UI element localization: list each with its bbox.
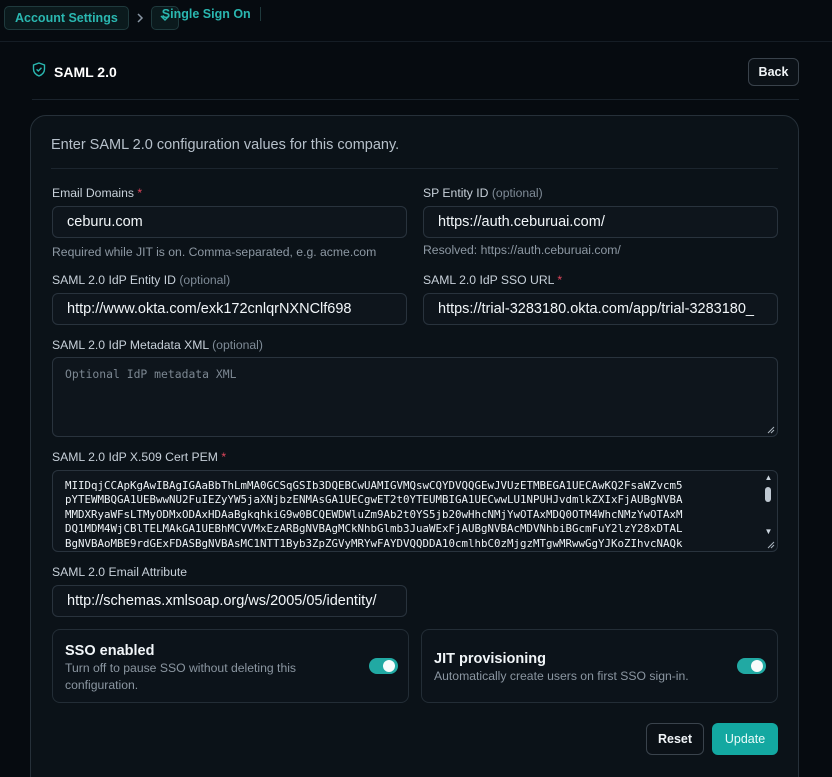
jit-provisioning-toggle[interactable] xyxy=(737,658,766,674)
required-mark: * xyxy=(137,186,143,200)
title-group: SAML 2.0 xyxy=(32,62,117,82)
optional-tag: (optional) xyxy=(179,273,231,287)
sso-enabled-description-line: Turn off to pause SSO without deleting t… xyxy=(65,661,297,675)
scroll-down-arrow-icon[interactable]: ▼ xyxy=(764,528,773,536)
sso-enabled-title: SSO enabled xyxy=(65,643,155,659)
saml-config-card: Enter SAML 2.0 configuration values for … xyxy=(30,115,799,777)
cert-line: MMDXRyaWFsLTMyODMxODAxHDAaBgkqhkiG9w0BCQ… xyxy=(65,507,683,521)
sso-enabled-description: Turn off to pause SSO without deleting t… xyxy=(65,660,296,693)
idp-cert-label: SAML 2.0 IdP X.509 Cert PEM * xyxy=(52,450,226,464)
breadcrumb: Account Settings Single Sign On xyxy=(4,6,261,30)
cert-line: DQ1MDM4WjCBlTELMAkGA1UEBhMCVVMxEzARBgNVB… xyxy=(65,522,683,536)
jit-provisioning-title: JIT provisioning xyxy=(434,651,546,667)
sp-entity-id-label: SP Entity ID (optional) xyxy=(423,186,543,200)
email-attribute-label: SAML 2.0 Email Attribute xyxy=(52,565,187,579)
idp-cert-label-text: SAML 2.0 IdP X.509 Cert PEM xyxy=(52,450,218,464)
idp-metadata-xml-label: SAML 2.0 IdP Metadata XML (optional) xyxy=(52,338,263,352)
cert-line: BgNVBAoMBE9rdGExFDASBgNVBAsMC1NTT1Byb3Zp… xyxy=(65,536,683,549)
scroll-thumb[interactable] xyxy=(765,487,771,502)
chevron-right-icon xyxy=(129,13,151,23)
breadcrumb-current: Single Sign On xyxy=(150,6,261,30)
jit-provisioning-panel: JIT provisioning Automatically create us… xyxy=(421,629,778,703)
scroll-up-arrow-icon[interactable]: ▲ xyxy=(764,474,773,482)
idp-metadata-xml-label-text: SAML 2.0 IdP Metadata XML xyxy=(52,338,209,352)
required-mark: * xyxy=(221,450,227,464)
toggle-knob xyxy=(751,660,763,672)
idp-metadata-xml-textarea[interactable]: Optional IdP metadata XML xyxy=(52,357,778,437)
idp-entity-id-label-text: SAML 2.0 IdP Entity ID xyxy=(52,273,176,287)
page-title: SAML 2.0 xyxy=(54,64,117,80)
cert-line: pYTEWMBQGA1UEBwwNU2FuIEZyYW5jaXNjbzENMAs… xyxy=(65,493,683,507)
required-mark: * xyxy=(557,273,563,287)
email-domains-input[interactable]: ceburu.com xyxy=(52,206,407,238)
shield-check-icon xyxy=(32,62,46,82)
top-divider xyxy=(0,41,832,42)
reset-button[interactable]: Reset xyxy=(646,723,704,755)
email-attribute-input[interactable]: http://schemas.xmlsoap.org/ws/2005/05/id… xyxy=(52,585,407,617)
update-button[interactable]: Update xyxy=(712,723,778,755)
idp-entity-id-label: SAML 2.0 IdP Entity ID (optional) xyxy=(52,273,230,287)
toggle-knob xyxy=(383,660,395,672)
idp-cert-textarea[interactable]: MIIDqjCCApKgAwIBAgIGAaBbThLmMA0GCSqGSIb3… xyxy=(52,470,778,552)
email-domains-label-text: Email Domains xyxy=(52,186,134,200)
jit-provisioning-description: Automatically create users on first SSO … xyxy=(434,669,689,683)
breadcrumb-single-sign-on[interactable]: Single Sign On xyxy=(152,7,261,21)
back-button[interactable]: Back xyxy=(748,58,799,86)
email-domains-help: Required while JIT is on. Comma-separate… xyxy=(52,245,377,259)
optional-tag: (optional) xyxy=(491,186,543,200)
intro-text: Enter SAML 2.0 configuration values for … xyxy=(51,137,400,153)
email-attribute-label-text: SAML 2.0 Email Attribute xyxy=(52,565,188,579)
sp-entity-id-help: Resolved: https://auth.ceburuai.com/ xyxy=(423,243,621,257)
idp-cert-content: MIIDqjCCApKgAwIBAgIGAaBbThLmMA0GCSqGSIb3… xyxy=(65,479,757,549)
idp-entity-id-input[interactable]: http://www.okta.com/exk172cnlqrNXNClf698 xyxy=(52,293,407,325)
intro-divider xyxy=(51,168,778,169)
sso-enabled-toggle[interactable] xyxy=(369,658,398,674)
sp-entity-id-input[interactable]: https://auth.ceburuai.com/ xyxy=(423,206,778,238)
idp-sso-url-input[interactable]: https://trial-3283180.okta.com/app/trial… xyxy=(423,293,778,325)
resize-handle-icon[interactable] xyxy=(767,541,775,549)
sso-enabled-description-line: configuration. xyxy=(65,677,139,692)
sso-enabled-panel: SSO enabled Turn off to pause SSO withou… xyxy=(52,629,409,703)
cert-scrollbar[interactable]: ▲ ▼ xyxy=(763,473,774,549)
optional-tag: (optional) xyxy=(212,338,263,352)
idp-sso-url-label: SAML 2.0 IdP SSO URL * xyxy=(423,273,562,287)
header-divider xyxy=(32,99,799,100)
idp-sso-url-label-text: SAML 2.0 IdP SSO URL xyxy=(423,273,554,287)
idp-metadata-xml-placeholder: Optional IdP metadata XML xyxy=(65,367,237,381)
breadcrumb-account-settings[interactable]: Account Settings xyxy=(4,6,129,30)
sp-entity-id-label-text: SP Entity ID xyxy=(423,186,489,200)
page-header: SAML 2.0 Back xyxy=(32,58,799,86)
cert-line: MIIDqjCCApKgAwIBAgIGAaBbThLmMA0GCSqGSIb3… xyxy=(65,479,683,492)
email-domains-label: Email Domains * xyxy=(52,186,142,200)
resize-handle-icon[interactable] xyxy=(767,426,775,434)
